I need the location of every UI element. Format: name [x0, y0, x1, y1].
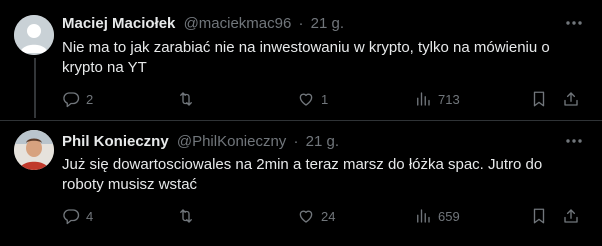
like-button[interactable]: 1: [297, 89, 328, 109]
reply-icon: [63, 92, 80, 108]
timeline: Maciej Maciołek @maciekmac96 · 21 g. Nie…: [0, 0, 602, 246]
avatar-photo-icon: [14, 130, 54, 170]
more-icon: [566, 139, 582, 143]
bookmark-button[interactable]: [530, 89, 548, 109]
tweet-timestamp[interactable]: 21 g.: [311, 15, 344, 32]
like-icon: [299, 210, 313, 223]
tweet-actions: 2 1 713: [62, 89, 582, 109]
retweet-icon: [180, 92, 192, 106]
reply-count: 2: [86, 91, 94, 107]
avatar-default-icon: [14, 15, 54, 55]
avatar[interactable]: [14, 15, 54, 55]
tweet[interactable]: Maciej Maciołek @maciekmac96 · 21 g. Nie…: [0, 0, 602, 120]
more-button[interactable]: [564, 14, 584, 32]
retweet-button[interactable]: [177, 89, 201, 109]
retweet-button[interactable]: [177, 206, 201, 226]
views-button[interactable]: 713: [414, 89, 460, 109]
bookmark-button[interactable]: [530, 206, 548, 226]
author-handle[interactable]: @PhilKonieczny: [177, 133, 286, 150]
like-count: 24: [321, 208, 336, 224]
more-button[interactable]: [564, 132, 584, 150]
retweet-icon: [180, 209, 192, 223]
header-separator: ·: [293, 133, 299, 150]
tweet-timestamp[interactable]: 21 g.: [306, 133, 339, 150]
tweet-header: Phil Konieczny @PhilKonieczny · 21 g.: [62, 133, 339, 151]
like-icon: [299, 93, 313, 106]
more-icon: [566, 21, 582, 25]
tweet-actions: 4 24 659: [62, 206, 582, 226]
bookmark-icon: [533, 208, 545, 224]
share-icon: [564, 92, 578, 106]
author-name[interactable]: Phil Konieczny: [62, 133, 169, 150]
author-name[interactable]: Maciej Maciołek: [62, 15, 175, 32]
like-button[interactable]: 24: [297, 206, 335, 226]
tweet-header: Maciej Maciołek @maciekmac96 · 21 g.: [62, 15, 344, 33]
author-handle[interactable]: @maciekmac96: [184, 15, 292, 32]
reply-button[interactable]: 2: [62, 89, 93, 109]
reply-count: 4: [86, 208, 94, 224]
bookmark-icon: [533, 91, 545, 107]
header-separator: ·: [298, 15, 304, 32]
views-button[interactable]: 659: [414, 206, 460, 226]
like-count: 1: [321, 91, 329, 107]
views-icon: [417, 209, 430, 223]
views-count: 713: [438, 91, 460, 107]
tweet[interactable]: Phil Konieczny @PhilKonieczny · 21 g. Ju…: [0, 120, 602, 246]
reply-button[interactable]: 4: [62, 206, 93, 226]
avatar[interactable]: [14, 130, 54, 170]
reply-icon: [63, 209, 80, 225]
views-count: 659: [438, 208, 460, 224]
tweet-text: Już się dowartosciowales na 2min a teraz…: [62, 156, 543, 193]
views-icon: [417, 92, 430, 106]
share-icon: [564, 209, 578, 223]
share-button[interactable]: [562, 89, 580, 109]
share-button[interactable]: [562, 206, 580, 226]
tweet-text: Nie ma to jak zarabiać nie na inwestowan…: [62, 39, 550, 76]
